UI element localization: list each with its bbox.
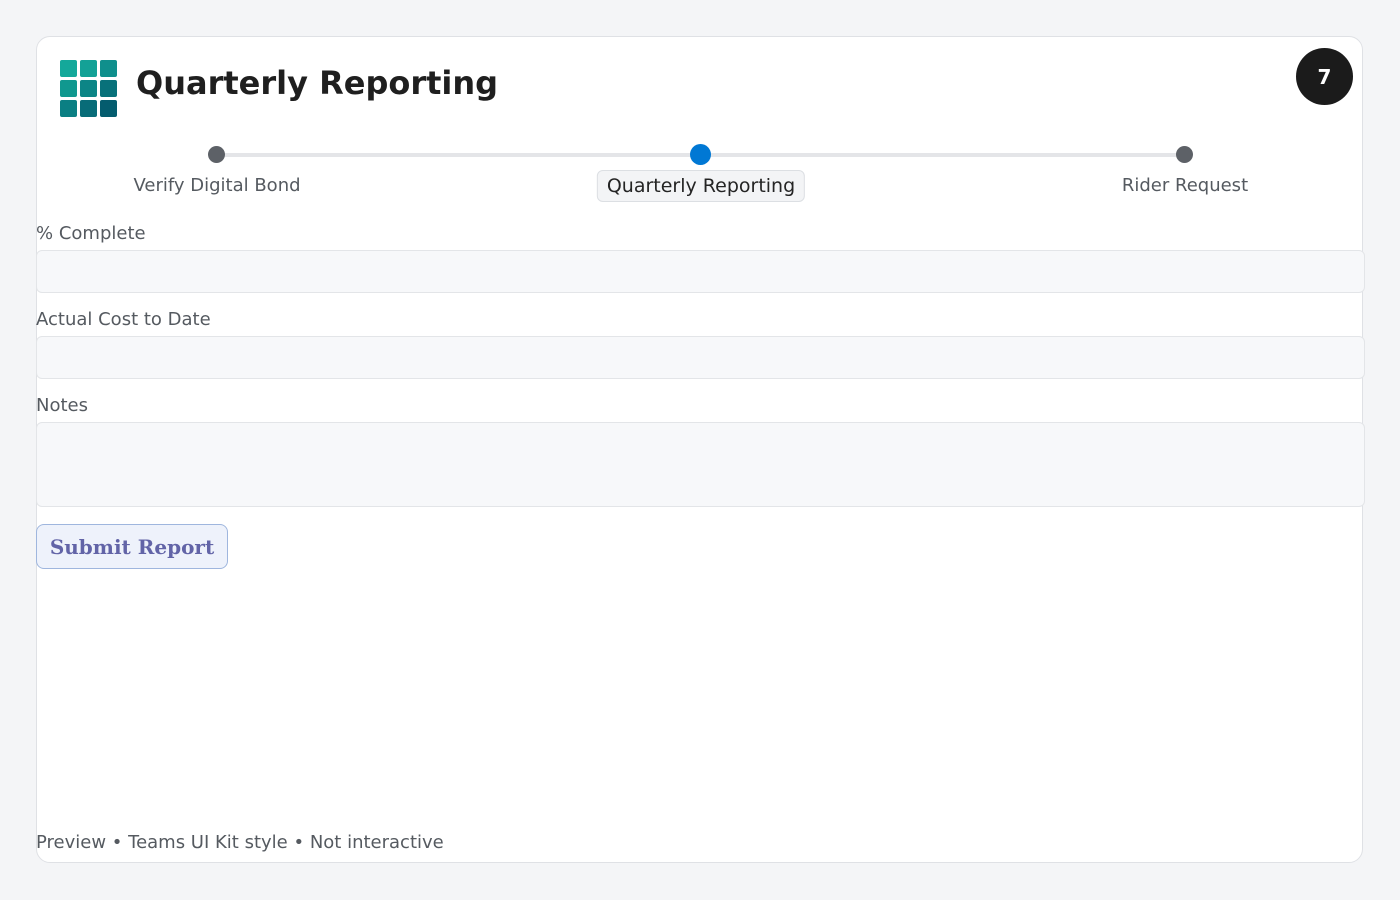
percent-complete-input[interactable] bbox=[36, 250, 1365, 293]
app-grid-icon-cell bbox=[100, 60, 117, 77]
app-grid-icon-cell bbox=[80, 60, 97, 77]
step-dot-rider-request bbox=[1176, 146, 1193, 163]
notes-label: Notes bbox=[36, 395, 88, 416]
footer-note: Preview • Teams UI Kit style • Not inter… bbox=[36, 832, 444, 853]
notes-textarea[interactable] bbox=[36, 422, 1365, 507]
app-grid-icon-cell bbox=[80, 100, 97, 117]
app-grid-icon-cell bbox=[100, 100, 117, 117]
app-grid-icon bbox=[60, 60, 117, 117]
page-title: Quarterly Reporting bbox=[136, 64, 499, 102]
avatar-badge[interactable]: 7 bbox=[1296, 48, 1353, 105]
app-grid-icon-cell bbox=[80, 80, 97, 97]
percent-complete-label: % Complete bbox=[36, 223, 146, 244]
step-label-quarterly-reporting[interactable]: Quarterly Reporting bbox=[596, 170, 806, 202]
submit-report-button[interactable]: Submit Report bbox=[36, 524, 228, 569]
form-card: Quarterly Reporting 7 Verify Digital Bon… bbox=[36, 36, 1365, 863]
step-dot-quarterly-reporting bbox=[690, 144, 711, 165]
step-dot-verify-digital-bond bbox=[208, 146, 225, 163]
actual-cost-label: Actual Cost to Date bbox=[36, 309, 211, 330]
app-grid-icon-cell bbox=[100, 80, 117, 97]
app-grid-icon-cell bbox=[60, 100, 77, 117]
step-label-rider-request[interactable]: Rider Request bbox=[1122, 174, 1248, 198]
step-label-verify-digital-bond[interactable]: Verify Digital Bond bbox=[133, 174, 300, 198]
app-grid-icon-cell bbox=[60, 60, 77, 77]
app-grid-icon-cell bbox=[60, 80, 77, 97]
actual-cost-input[interactable] bbox=[36, 336, 1365, 379]
